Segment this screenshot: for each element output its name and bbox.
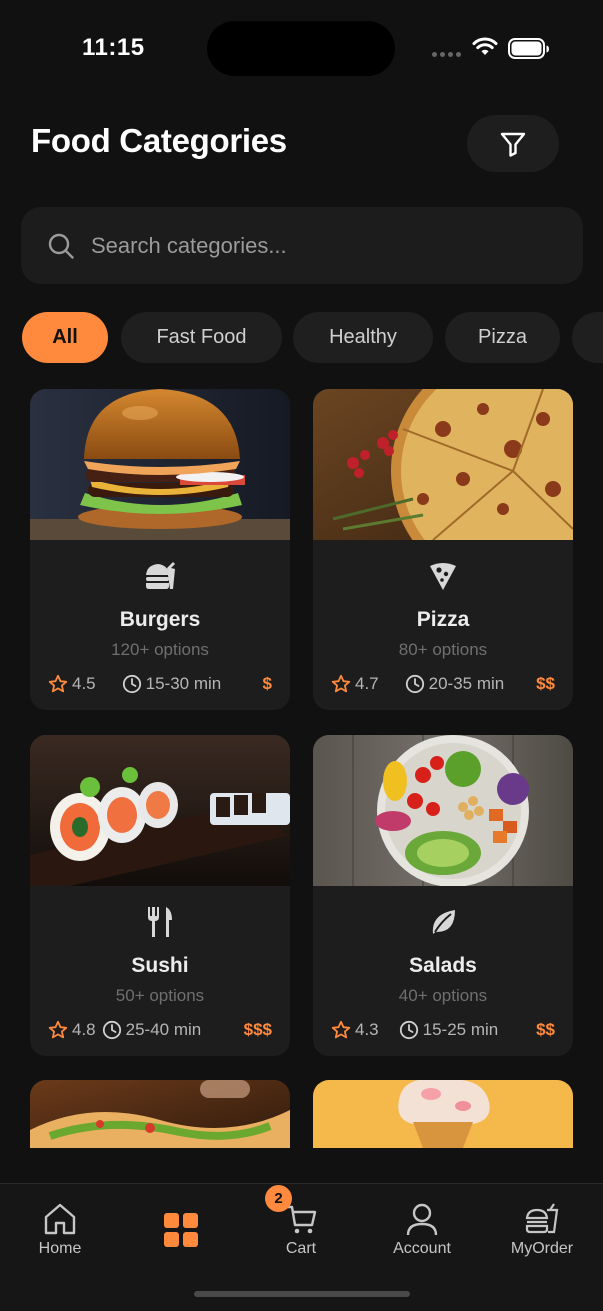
nav-cart-label: Cart [285, 1240, 317, 1257]
nav-my-order[interactable]: MyOrder [492, 1202, 592, 1258]
time-value: 15-25 min [422, 1020, 499, 1039]
pizza-slice-icon [430, 563, 456, 590]
rating-value: 4.8 [72, 1020, 96, 1039]
home-indicator [194, 1291, 410, 1297]
clock-icon [405, 674, 424, 694]
category-meta: 4.5 15-30 min $ [48, 672, 272, 696]
category-options: 40+ options [398, 986, 488, 1005]
category-meta: 4.8 25-40 min $$$ [48, 1018, 272, 1042]
category-card-burgers[interactable]: Burgers 120+ options 4.5 15-30 min $ [30, 389, 290, 710]
star-icon [48, 674, 68, 693]
delivery-time: 25-40 min [102, 1020, 202, 1040]
rating-value: 4.5 [72, 674, 96, 693]
nav-home[interactable]: Home [10, 1202, 110, 1258]
search-bar[interactable] [21, 207, 583, 284]
nav-categories[interactable] [131, 1202, 231, 1248]
cart-count-badge: 2 [265, 1185, 292, 1212]
chip-healthy[interactable]: Healthy [293, 312, 433, 363]
star-icon [331, 674, 351, 693]
price-level: $$ [536, 674, 555, 693]
status-time: 11:15 [82, 34, 145, 61]
cellular-signal-icon [432, 52, 461, 57]
chip-all[interactable]: All [22, 312, 108, 363]
salads-image [313, 735, 573, 886]
delivery-time: 15-30 min [122, 674, 222, 694]
fast-food-icon [525, 1203, 559, 1234]
tacos-image [30, 1080, 290, 1148]
time-value: 20-35 min [428, 674, 505, 693]
category-meta: 4.7 20-35 min $$ [331, 672, 555, 696]
category-card-pizza[interactable]: Pizza 80+ options 4.7 20-35 min $$ [313, 389, 573, 710]
nav-home-label: Home [38, 1240, 82, 1257]
time-value: 25-40 min [125, 1020, 202, 1039]
category-filter-chips: All Fast Food Healthy Pizza [22, 312, 603, 363]
pizza-image [313, 389, 573, 540]
category-name: Sushi [131, 954, 189, 977]
category-options: 80+ options [398, 640, 488, 659]
filter-button[interactable] [467, 115, 559, 172]
delivery-time: 15-25 min [399, 1020, 499, 1040]
clock-icon [122, 674, 141, 694]
time-value: 15-30 min [145, 674, 222, 693]
category-name: Burgers [119, 608, 201, 631]
delivery-time: 20-35 min [405, 674, 505, 694]
nav-account[interactable]: Account [372, 1202, 472, 1258]
category-options: 50+ options [115, 986, 205, 1005]
rating: 4.7 [331, 674, 379, 694]
category-meta: 4.3 15-25 min $$ [331, 1018, 555, 1042]
category-card-desserts-partial[interactable] [313, 1080, 573, 1148]
ice-cream-image [313, 1080, 573, 1148]
chip-more[interactable] [572, 312, 603, 363]
nav-my-order-label: MyOrder [510, 1240, 574, 1257]
price-level: $ [262, 674, 272, 693]
price-level: $$$ [243, 1020, 272, 1039]
search-input[interactable] [91, 232, 551, 259]
chip-fast-food[interactable]: Fast Food [121, 312, 282, 363]
category-card-sushi[interactable]: Sushi 50+ options 4.8 25-40 min $$$ [30, 735, 290, 1056]
category-card-salads[interactable]: Salads 40+ options 4.3 15-25 min $$ [313, 735, 573, 1056]
category-options: 120+ options [111, 640, 209, 659]
search-icon [48, 233, 74, 259]
grid-icon [164, 1213, 198, 1247]
rating: 4.3 [331, 1020, 379, 1040]
wifi-icon [472, 37, 498, 55]
page-title: Food Categories [31, 122, 287, 159]
rating: 4.5 [48, 674, 96, 694]
filter-icon [500, 132, 526, 157]
price-level: $$ [536, 1020, 555, 1039]
category-name: Pizza [416, 608, 470, 631]
burger-icon [146, 562, 175, 589]
burgers-image [30, 389, 290, 540]
leaf-icon [432, 910, 455, 934]
rating: 4.8 [48, 1020, 96, 1040]
category-card-tacos-partial[interactable] [30, 1080, 290, 1148]
nav-account-label: Account [393, 1240, 451, 1257]
clock-icon [399, 1020, 418, 1040]
battery-icon [508, 38, 549, 59]
clock-icon [102, 1020, 121, 1040]
rating-value: 4.3 [355, 1020, 379, 1039]
chip-pizza[interactable]: Pizza [445, 312, 560, 363]
nav-cart[interactable]: Cart [251, 1202, 351, 1258]
rating-value: 4.7 [355, 674, 379, 693]
star-icon [48, 1020, 68, 1039]
home-icon [44, 1203, 76, 1235]
fork-knife-icon [148, 907, 172, 937]
sushi-image [30, 735, 290, 886]
status-bar: 11:15 [0, 0, 603, 96]
user-icon [406, 1203, 438, 1236]
dynamic-island [207, 21, 395, 76]
category-name: Salads [409, 954, 477, 977]
star-icon [331, 1020, 351, 1039]
